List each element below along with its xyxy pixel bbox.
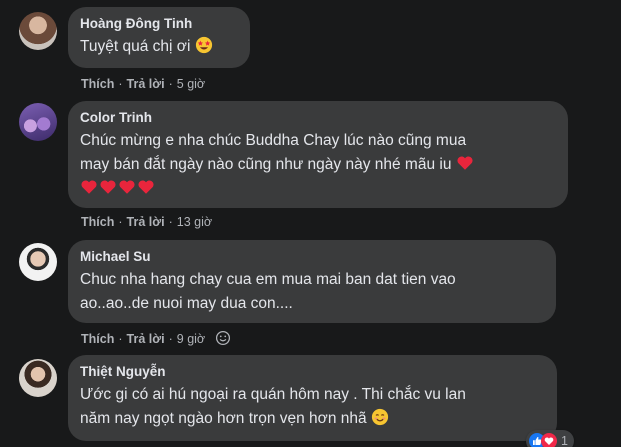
separator-dot: · <box>168 77 173 91</box>
comment-timestamp[interactable]: 5 giờ <box>177 77 205 91</box>
reaction-summary[interactable]: 1 <box>526 430 574 447</box>
comment-bubble: Michael Su Chuc nha hang chay cua em mua… <box>68 240 556 323</box>
heart-emoji <box>81 180 97 194</box>
comment-timestamp[interactable]: 13 giờ <box>177 215 212 229</box>
avatar[interactable] <box>19 103 57 141</box>
like-link[interactable]: Thích <box>81 332 114 346</box>
smiling-blush-emoji <box>371 408 389 426</box>
reply-link[interactable]: Trả lời <box>127 215 165 229</box>
comment-text: Ước gi có ai hú ngoại ra quán hôm nay . … <box>80 386 466 427</box>
comment-author[interactable]: Michael Su <box>80 248 544 266</box>
heart-emoji <box>100 180 116 194</box>
avatar[interactable] <box>19 243 57 281</box>
comment-author[interactable]: Thiệt Nguyễn <box>80 363 545 381</box>
heart-emoji <box>138 180 154 194</box>
comment-bubble: Thiệt Nguyễn Ước gi có ai hú ngoại ra qu… <box>68 355 557 441</box>
heart-emoji <box>119 180 135 194</box>
comment-author[interactable]: Color Trinh <box>80 109 556 127</box>
like-link[interactable]: Thích <box>81 77 114 91</box>
reply-link[interactable]: Trả lời <box>127 77 165 91</box>
star-struck-emoji <box>195 36 212 54</box>
separator-dot: · <box>118 215 123 229</box>
avatar[interactable] <box>19 12 57 50</box>
comment-text: Chuc nha hang chay cua em mua mai ban da… <box>80 271 456 312</box>
comment-actions: Thích · Trả lời · 5 giờ <box>81 76 205 92</box>
comment-bubble: Hoàng Đông Tinh Tuyệt quá chị ơi <box>68 7 250 68</box>
reaction-count: 1 <box>561 434 568 447</box>
heart-icon <box>541 433 557 447</box>
comment-timestamp[interactable]: 9 giờ <box>177 332 205 346</box>
heart-emoji <box>457 156 473 170</box>
comment-bubble: Color Trinh Chúc mừng e nha chúc Buddha … <box>68 101 568 208</box>
smile-emoji <box>215 330 230 346</box>
comment-author[interactable]: Hoàng Đông Tinh <box>80 15 238 33</box>
separator-dot: · <box>168 215 173 229</box>
comment-actions: Thích · Trả lời · 13 giờ <box>81 214 212 230</box>
separator-dot: · <box>168 332 173 346</box>
separator-dot: · <box>118 77 123 91</box>
like-link[interactable]: Thích <box>81 215 114 229</box>
separator-dot: · <box>118 332 123 346</box>
heart-emoji-row <box>80 180 156 197</box>
comment-text: Chúc mừng e nha chúc Buddha Chay lúc nào… <box>80 129 556 201</box>
comment-text: Tuyệt quá chị ơi <box>80 35 238 59</box>
comment-actions: Thích · Trả lời · 9 giờ <box>81 330 231 347</box>
avatar[interactable] <box>19 359 57 397</box>
reply-link[interactable]: Trả lời <box>127 332 165 346</box>
